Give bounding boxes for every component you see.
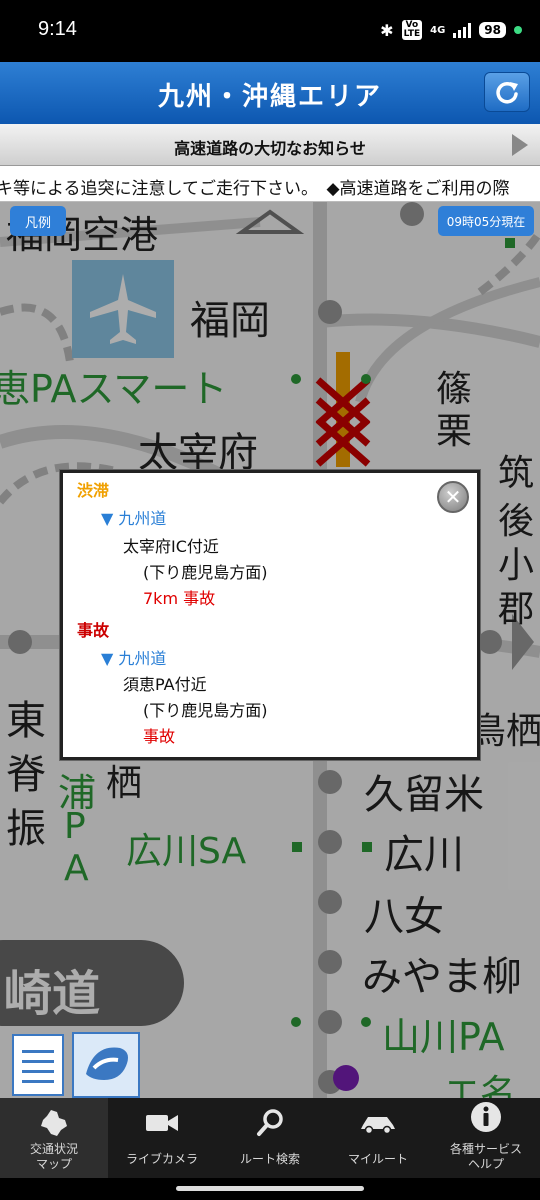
close-button[interactable]: ✕ bbox=[437, 481, 469, 513]
gesture-bar[interactable] bbox=[0, 1178, 540, 1200]
location: 須恵PA付近 bbox=[123, 675, 207, 694]
dolphin-icon bbox=[86, 1047, 128, 1080]
app-header: 九州・沖縄エリア bbox=[0, 62, 540, 124]
volte-icon: Vo LTE bbox=[401, 20, 423, 40]
tab-traffic-map[interactable]: 交通状況 マップ bbox=[0, 1098, 108, 1178]
dolphin-app-icon[interactable] bbox=[72, 1032, 140, 1098]
magnifier-icon bbox=[257, 1109, 283, 1136]
refresh-icon bbox=[496, 82, 518, 104]
tab-route-search[interactable]: ルート検索 bbox=[216, 1098, 324, 1178]
close-icon: ✕ bbox=[444, 485, 462, 509]
bottom-tab-bar: 交通状況 マップ ライブカメラ ルート検索 マイルート 各種サービス ヘルプ bbox=[0, 1098, 540, 1178]
direction: (下り鹿児島方面) bbox=[143, 563, 268, 582]
tab-my-route[interactable]: マイルート bbox=[324, 1098, 432, 1178]
car-icon bbox=[361, 1117, 395, 1135]
legend-button[interactable]: 凡例 bbox=[10, 206, 66, 236]
bluetooth-icon: ✱ bbox=[380, 20, 394, 40]
traffic-info-popup: ✕ 渋滞 ▼ 九州道 太宰府IC付近 (下り鹿児島方面) 7km 事故 事故 ▼… bbox=[60, 470, 480, 760]
news-ticker[interactable]: キ等による追突に注意してご走行下さい。 ◆高速道路をご利用の際 bbox=[0, 166, 540, 202]
status-bar: 9:14 ✱ Vo LTE 4G 98 bbox=[0, 0, 540, 62]
tab-services-help[interactable]: 各種サービス ヘルプ bbox=[432, 1098, 540, 1178]
page-title: 九州・沖縄エリア bbox=[157, 82, 382, 112]
signal-icon bbox=[453, 22, 472, 38]
info-icon bbox=[471, 1102, 501, 1132]
kyushu-map-icon bbox=[41, 1110, 67, 1136]
privacy-dot bbox=[514, 26, 522, 34]
battery-icon: 98 bbox=[479, 22, 506, 38]
location: 太宰府IC付近 bbox=[123, 537, 219, 556]
network-type: 4G bbox=[430, 24, 446, 36]
notice-title: 高速道路の大切なお知らせ bbox=[174, 139, 366, 158]
road-name[interactable]: ▼ 九州道 bbox=[101, 645, 166, 669]
category-jam: 渋滞 bbox=[77, 481, 110, 500]
incident-detail: 事故 bbox=[143, 727, 176, 746]
status-icons: ✱ Vo LTE 4G 98 bbox=[380, 20, 522, 40]
chevron-right-icon bbox=[512, 134, 528, 156]
update-time-badge: 09時05分現在 bbox=[438, 206, 534, 236]
notice-bar[interactable]: 高速道路の大切なお知らせ bbox=[0, 124, 540, 166]
document-icon[interactable] bbox=[12, 1034, 64, 1096]
category-accident: 事故 bbox=[77, 621, 110, 640]
tab-live-camera[interactable]: ライブカメラ bbox=[108, 1098, 216, 1178]
video-camera-icon bbox=[146, 1115, 178, 1131]
road-name[interactable]: ▼ 九州道 bbox=[101, 505, 166, 529]
ticker-text: キ等による追突に注意してご走行下さい。 ◆高速道路をご利用の際 bbox=[0, 179, 510, 199]
direction: (下り鹿児島方面) bbox=[143, 701, 268, 720]
incident-detail: 7km 事故 bbox=[143, 589, 216, 608]
status-time: 9:14 bbox=[38, 18, 77, 40]
refresh-button[interactable] bbox=[484, 72, 530, 112]
